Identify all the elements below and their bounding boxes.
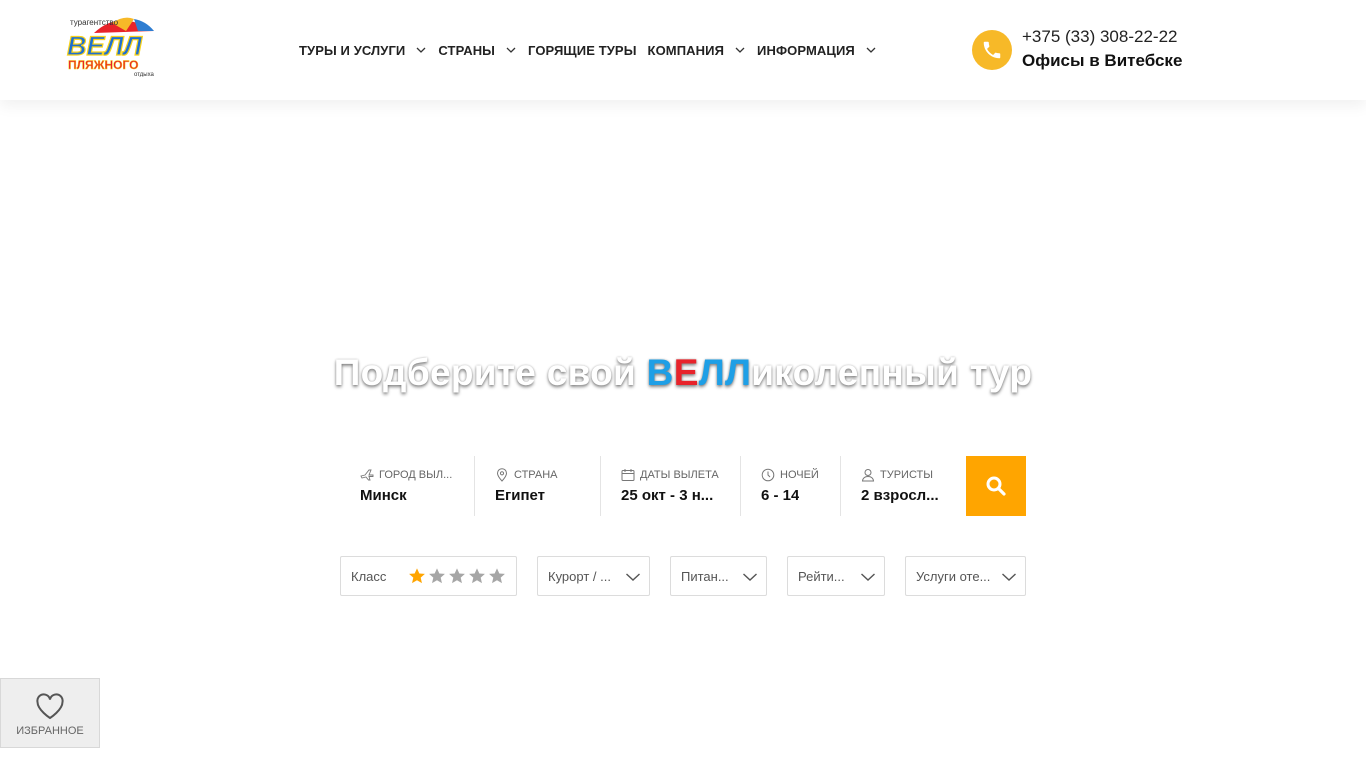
favorites-button[interactable]: ИЗБРАННОЕ: [0, 678, 100, 748]
country-value: Египет: [495, 487, 546, 504]
svg-text:отдыха: отдыха: [134, 72, 155, 77]
nav-item-company[interactable]: КОМПАНИЯ: [648, 43, 746, 58]
chevron-down-icon: [860, 569, 876, 585]
logo-image: турагентство ВЕЛЛ ПЛЯЖНОГО отдыха: [66, 17, 155, 77]
departure-dates-field[interactable]: ДАТЫ ВЫЛЕТА 25 окт - 3 н...: [601, 456, 741, 516]
nav-item-label: ГОРЯЩИЕ ТУРЫ: [528, 42, 637, 58]
svg-text:ВЕЛЛ: ВЕЛЛ: [67, 31, 143, 61]
country-label: СТРАНА: [495, 468, 558, 482]
meal-filter[interactable]: Питан...: [670, 556, 767, 596]
tourists-field[interactable]: ТУРИСТЫ 2 взросл...: [841, 456, 966, 516]
hero-title-brand-b: В: [646, 352, 674, 393]
chevron-down-icon: [415, 44, 427, 56]
meal-filter-value: Питан...: [681, 568, 729, 584]
hero-title-brand-e: Е: [673, 352, 699, 393]
favorites-label: ИЗБРАННОЕ: [16, 725, 84, 737]
chevron-down-icon: [505, 44, 517, 56]
departure-city-label-text: ГОРОД ВЫЛ...: [379, 469, 453, 481]
resort-filter-value: Курорт / ...: [548, 568, 611, 584]
svg-text:ПЛЯЖНОГО: ПЛЯЖНОГО: [68, 58, 139, 72]
tourists-value: 2 взросл...: [861, 487, 939, 504]
plane-icon: [360, 469, 374, 481]
nav-item-hot-tours[interactable]: ГОРЯЩИЕ ТУРЫ: [528, 43, 637, 58]
departure-dates-value: 25 окт - 3 н...: [621, 487, 714, 504]
country-label-text: СТРАНА: [514, 469, 558, 481]
location-pin-icon: [496, 468, 508, 482]
star-icon[interactable]: [408, 567, 428, 585]
tour-search-form: ГОРОД ВЫЛ... Минск СТРАНА Египет ДАТЫ ВЫ…: [340, 456, 1026, 516]
hotel-services-filter-value: Услуги оте...: [916, 568, 991, 584]
departure-city-label: ГОРОД ВЫЛ...: [360, 468, 452, 482]
nav-item-countries[interactable]: СТРАНЫ: [438, 43, 517, 58]
person-icon: [861, 469, 875, 482]
rating-filter[interactable]: Рейти...: [787, 556, 885, 596]
nights-label: НОЧЕЙ: [761, 468, 819, 482]
hotel-services-filter[interactable]: Услуги оте...: [905, 556, 1026, 596]
nav-item-label: СТРАНЫ: [438, 42, 496, 58]
nights-label-text: НОЧЕЙ: [780, 469, 819, 481]
hotel-class-filter[interactable]: Класс: [340, 556, 517, 596]
hotel-class-label: Класс: [351, 568, 387, 584]
phone-number-link[interactable]: +375 (33) 308-22-22: [1022, 27, 1177, 47]
star-icon[interactable]: [468, 567, 488, 585]
chevron-down-icon: [625, 569, 641, 585]
nav-item-tours[interactable]: ТУРЫ И УСЛУГИ: [299, 43, 427, 58]
nav-item-label: ИНФОРМАЦИЯ: [757, 42, 855, 58]
departure-city-field[interactable]: ГОРОД ВЫЛ... Минск: [340, 456, 475, 516]
moon-icon: [761, 468, 775, 482]
search-button[interactable]: [966, 456, 1026, 516]
chevron-down-icon: [742, 569, 758, 585]
departure-dates-label-text: ДАТЫ ВЫЛЕТА: [640, 469, 719, 481]
chevron-down-icon: [734, 44, 746, 56]
star-icon[interactable]: [448, 567, 468, 585]
hero-title-before: Подберите свой: [333, 352, 647, 393]
nav-item-label: КОМПАНИЯ: [647, 42, 725, 58]
chevron-down-icon: [865, 44, 877, 56]
nights-field[interactable]: НОЧЕЙ 6 - 14: [741, 456, 841, 516]
hero-title-brand-ll: ЛЛ: [698, 352, 752, 393]
tourists-label: ТУРИСТЫ: [861, 468, 933, 482]
star-rating: [408, 567, 508, 585]
rating-filter-value: Рейти...: [798, 568, 845, 584]
search-icon: [986, 476, 1006, 496]
star-icon[interactable]: [428, 567, 448, 585]
hero-title-after: иколепный тур: [751, 352, 1033, 393]
site-header: турагентство ВЕЛЛ ПЛЯЖНОГО отдыха ТУРЫ И…: [0, 0, 1366, 100]
hero-title: Подберите свой ВЕЛЛиколепный тур: [0, 352, 1366, 394]
heart-icon: [36, 693, 64, 720]
departure-dates-label: ДАТЫ ВЫЛЕТА: [621, 468, 719, 482]
resort-filter[interactable]: Курорт / ...: [537, 556, 650, 596]
chevron-down-icon: [1001, 569, 1017, 585]
offices-link[interactable]: Офисы в Витебске: [1022, 51, 1182, 71]
star-icon[interactable]: [488, 567, 508, 585]
departure-city-value: Минск: [360, 487, 407, 504]
svg-text:турагентство: турагентство: [70, 18, 119, 27]
main-nav: ТУРЫ И УСЛУГИ СТРАНЫ ГОРЯЩИЕ ТУРЫ КОМПАН…: [299, 40, 888, 60]
country-field[interactable]: СТРАНА Египет: [475, 456, 601, 516]
calendar-icon: [621, 469, 635, 481]
logo[interactable]: турагентство ВЕЛЛ ПЛЯЖНОГО отдыха: [64, 13, 164, 77]
nav-item-information[interactable]: ИНФОРМАЦИЯ: [757, 43, 877, 58]
phone-icon[interactable]: [972, 30, 1012, 70]
tourists-label-text: ТУРИСТЫ: [880, 469, 933, 481]
nav-item-label: ТУРЫ И УСЛУГИ: [299, 42, 406, 58]
nights-value: 6 - 14: [761, 487, 800, 504]
